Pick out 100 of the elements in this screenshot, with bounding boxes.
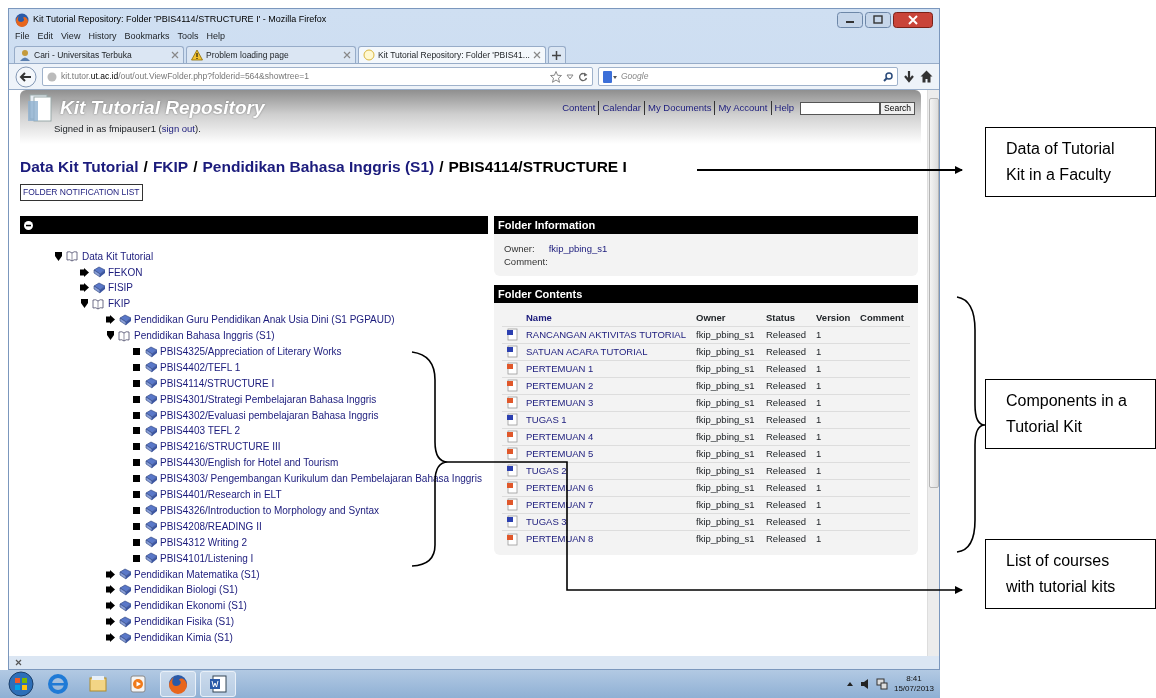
notification-list-button[interactable]: FOLDER NOTIFICATION LIST <box>20 184 143 201</box>
tree-item-link[interactable]: PBIS4326/Introduction to Morphology and Syntax <box>160 502 380 518</box>
tree-item-link[interactable]: PBIS4216/STRUCTURE III <box>160 439 281 455</box>
tree-item-link[interactable]: Pendidikan Matematika (S1) <box>134 566 260 582</box>
tree-item-link[interactable]: PBIS4302/Evaluasi pembelajaran Bahasa Inggris <box>160 407 379 423</box>
table-cell: 1 <box>812 530 857 548</box>
owner-link[interactable]: fkip_pbing_s1 <box>548 242 608 256</box>
new-tab-button[interactable] <box>547 46 566 63</box>
dropdown-icon[interactable] <box>566 72 574 81</box>
menu-item[interactable]: File <box>15 30 30 44</box>
tree-item-link[interactable]: PBIS4301/Strategi Pembelajaran Bahasa Inggris <box>160 391 377 407</box>
tree-item-link[interactable]: Pendidikan Fisika (S1) <box>134 614 235 630</box>
close-icon[interactable] <box>171 51 179 59</box>
tree-item-link[interactable]: Pendidikan Kimia (S1) <box>134 630 233 646</box>
close-button[interactable] <box>893 11 933 28</box>
tree-item-link[interactable]: PBIS4325/Appreciation of Literary Works <box>160 344 342 360</box>
caret-icon[interactable] <box>845 680 854 688</box>
tree-item-link[interactable]: PBIS4312 Writing 2 <box>160 534 248 550</box>
tree-item-link[interactable]: PBIS4101/Listening I <box>160 550 254 566</box>
expand-arrow-icon[interactable] <box>80 283 89 293</box>
menu-item[interactable]: History <box>88 30 117 44</box>
file-link[interactable]: PERTEMUAN 1 <box>526 362 594 374</box>
scrollbar[interactable] <box>927 90 939 656</box>
close-icon[interactable] <box>532 51 541 59</box>
search-icon[interactable] <box>883 71 893 82</box>
network-icon[interactable] <box>875 678 888 690</box>
menu-item[interactable]: Tools <box>177 30 199 44</box>
browser-tab[interactable]: Problem loading page <box>186 46 356 63</box>
tree-item-link[interactable]: Data Kit Tutorial <box>82 248 154 264</box>
collapse-arrow-icon[interactable] <box>106 331 115 341</box>
tree-item-link[interactable]: Pendidikan Guru Pendidikan Anak Usia Dini (S1 PGPAUD) <box>134 312 395 328</box>
reload-icon[interactable] <box>578 71 588 82</box>
tree-item-link[interactable]: FISIP <box>108 280 133 296</box>
star-icon[interactable] <box>550 70 562 83</box>
search-field[interactable]: Google <box>598 67 898 86</box>
tree-item-link[interactable]: FKIP <box>108 296 131 312</box>
tree-item-link[interactable]: PBIS4402/TEFL 1 <box>160 359 241 375</box>
menu-item[interactable]: View <box>61 30 81 44</box>
speaker-icon[interactable] <box>859 679 870 689</box>
expand-arrow-icon[interactable] <box>106 617 115 627</box>
breadcrumb-link[interactable]: Data Kit Tutorial <box>20 155 139 179</box>
expand-arrow-icon[interactable] <box>106 569 115 579</box>
download-icon[interactable] <box>903 69 915 84</box>
tree-item-link[interactable]: FEKON <box>108 264 143 280</box>
menu-item[interactable]: Help <box>206 30 225 44</box>
tree-item-link[interactable]: PBIS4208/READING II <box>160 518 262 534</box>
start-button[interactable] <box>6 671 36 697</box>
tree-item-link[interactable]: PBIS4401/Research in ELT <box>160 487 282 503</box>
nav-link[interactable]: Help <box>770 100 798 116</box>
tree-item-link[interactable]: PBIS4114/STRUCTURE I <box>160 375 275 391</box>
collapse-arrow-icon[interactable] <box>80 299 89 309</box>
search-button[interactable]: Search <box>880 101 915 115</box>
browser-e-icon[interactable] <box>47 673 69 695</box>
file-link[interactable]: PERTEMUAN 5 <box>526 447 594 459</box>
minimize-button[interactable] <box>837 11 863 28</box>
browser-tab[interactable]: Cari - Universitas Terbuka <box>14 46 184 63</box>
file-link[interactable]: RANCANGAN AKTIVITAS TUTORIAL <box>526 328 686 340</box>
close-icon[interactable] <box>15 659 22 666</box>
taskbar-button[interactable] <box>160 671 196 697</box>
play-icon[interactable] <box>127 673 149 695</box>
document-w-icon[interactable] <box>207 673 229 695</box>
expand-arrow-icon[interactable] <box>80 267 89 277</box>
tree-item-link[interactable]: Pendidikan Ekonomi (S1) <box>134 598 247 614</box>
expand-arrow-icon[interactable] <box>106 315 115 325</box>
collapse-arrow-icon[interactable] <box>54 251 63 261</box>
home-icon[interactable] <box>920 70 933 83</box>
file-link[interactable]: SATUAN ACARA TUTORIAL <box>526 345 648 357</box>
file-link[interactable]: PERTEMUAN 2 <box>526 379 594 391</box>
expand-arrow-icon[interactable] <box>106 585 115 595</box>
close-icon[interactable] <box>343 51 351 59</box>
table-cell: Released <box>762 496 813 514</box>
tree-item-link[interactable]: Pendidikan Biologi (S1) <box>134 582 238 598</box>
presentation-icon <box>506 481 518 495</box>
file-link[interactable]: PERTEMUAN 4 <box>526 430 594 442</box>
tree-item-link[interactable]: Pendidikan Bahasa Inggris (S1) <box>134 328 275 344</box>
expand-arrow-icon[interactable] <box>106 601 115 611</box>
book-icon <box>144 393 157 406</box>
tree-item-link[interactable]: PBIS4430/English for Hotel and Tourism <box>160 455 339 471</box>
tree-item-link[interactable]: PBIS4403 TEFL 2 <box>160 423 241 439</box>
firefox-icon[interactable] <box>167 673 189 695</box>
expand-arrow-icon[interactable] <box>106 633 115 643</box>
search-input[interactable] <box>800 101 881 115</box>
address-bar[interactable]: kit.tutor.ut.ac.id/out/out.ViewFolder.php?folderid=564&showtree=1 <box>42 67 593 86</box>
nav-link[interactable]: Content <box>559 100 599 116</box>
file-link[interactable]: TUGAS 1 <box>526 413 567 425</box>
collapse-icon[interactable] <box>24 220 33 230</box>
breadcrumb-link[interactable]: FKIP <box>152 155 189 179</box>
nav-link[interactable]: My Account <box>714 100 771 116</box>
maximize-button[interactable] <box>865 11 891 28</box>
nav-link[interactable]: Calendar <box>598 100 645 116</box>
menu-item[interactable]: Bookmarks <box>124 30 170 44</box>
breadcrumb-link[interactable]: Pendidikan Bahasa Inggris (S1) <box>202 155 435 179</box>
file-link[interactable]: TUGAS 3 <box>526 515 567 527</box>
file-link[interactable]: TUGAS 2 <box>526 464 567 476</box>
file-link[interactable]: PERTEMUAN 3 <box>526 396 594 408</box>
nav-link[interactable]: My Documents <box>644 100 715 116</box>
browser-tab[interactable]: Kit Tutorial Repository: Folder 'PBIS41... <box>358 46 546 63</box>
back-button[interactable] <box>15 65 37 88</box>
menu-item[interactable]: Edit <box>37 30 54 44</box>
taskbar-button[interactable] <box>200 671 236 697</box>
